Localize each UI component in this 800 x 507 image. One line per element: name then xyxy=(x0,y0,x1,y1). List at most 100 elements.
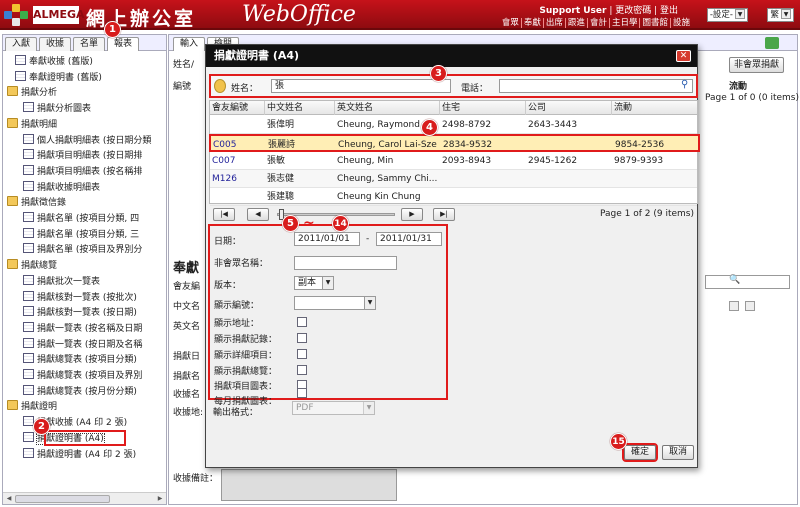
sidebar-scrollbar[interactable]: ◀ ▶ xyxy=(3,492,166,504)
table-row[interactable]: M126 張志健 Cheung, Sammy Chi... xyxy=(210,170,697,188)
search-icon[interactable]: 🔍 xyxy=(729,275,740,285)
tree-item[interactable]: 捐獻一覽表 (按名稱及日期 xyxy=(23,321,142,336)
tree-item[interactable]: 捐獻證明書 (A4 印 2 張) xyxy=(23,447,137,462)
tree-item[interactable]: 捐獻項目明細表 (按名稱排 xyxy=(23,164,143,179)
monthly-chart-checkbox[interactable] xyxy=(297,388,307,398)
prev-page-icon[interactable]: ◀ xyxy=(247,208,269,221)
col-cn-name[interactable]: 中文姓名 xyxy=(265,101,335,115)
show-records-checkbox[interactable] xyxy=(297,333,307,343)
tree-item[interactable]: 捐獻分析圖表 xyxy=(23,102,91,116)
tree-item[interactable]: 捐獻名單 (按項目及界別分 xyxy=(23,243,142,257)
tree-item[interactable]: 捐獻名單 (按項目分類, 四 xyxy=(23,212,139,226)
tree-folder[interactable]: 捐獻徵信錄 xyxy=(7,196,66,210)
bg-checkbox[interactable] xyxy=(729,301,739,311)
tree-item[interactable]: 捐獻總覽表 (按項目及界別 xyxy=(23,369,142,383)
nav-members[interactable]: 會眾 xyxy=(500,18,521,28)
callout-2: 2 xyxy=(33,418,50,435)
tree-item-label: 捐獻核對一覽表 (按批次) xyxy=(37,292,137,303)
tree-folder[interactable]: 捐獻明細 xyxy=(7,117,57,132)
tree-item[interactable]: 捐獻項目明細表 (按日期排 xyxy=(23,149,142,163)
document-icon xyxy=(23,227,34,238)
nav-facilities[interactable]: 設施 xyxy=(669,18,692,28)
add-icon[interactable] xyxy=(765,37,779,49)
scroll-left-icon[interactable]: ◀ xyxy=(4,494,14,504)
tree-item-label: 捐獻證明書 (A4 印 2 張) xyxy=(37,449,137,460)
nonmember-name-input[interactable] xyxy=(294,256,397,270)
name-search-input[interactable]: 張 xyxy=(271,79,451,93)
settings-select[interactable]: -設定- ▼ xyxy=(706,8,748,22)
display-code-label: 顯示編號： xyxy=(214,301,260,311)
tree-item-label: 捐獻項目明細表 (按名稱排 xyxy=(37,166,143,177)
user-links[interactable]: | 更改密碼 | 登出 xyxy=(609,6,678,16)
date-to-input[interactable]: 2011/01/31 xyxy=(376,232,442,246)
scrollbar-thumb[interactable] xyxy=(15,495,110,503)
tree-item-label: 捐獻核對一覽表 (按日期) xyxy=(37,308,137,319)
tree-item[interactable]: 捐獻一覽表 (按日期及名稱 xyxy=(23,337,142,352)
table-row[interactable]: 張建聰 Cheung Kin Chung xyxy=(210,188,697,206)
document-icon xyxy=(23,102,34,113)
receipt-remark-textarea[interactable] xyxy=(221,469,397,501)
tree-item[interactable]: 奉獻收據 (舊版) xyxy=(15,55,93,69)
last-page-icon[interactable]: ▶| xyxy=(433,208,455,221)
tree-item-label: 捐獻總覽表 (按項目及界別 xyxy=(37,371,143,381)
nav-accounting[interactable]: 會計 xyxy=(586,18,609,28)
tree-item[interactable]: 奉獻證明書 (舊版) xyxy=(15,70,102,85)
nav-attendance[interactable]: 出席 xyxy=(542,18,565,28)
table-row[interactable]: C007 張敏 Cheung, Min 2093-8943 2945-1262 9879-… xyxy=(210,152,697,170)
tree-item[interactable]: 捐獻收據明細表 xyxy=(23,180,100,195)
tree-folder[interactable]: 捐獻總覽 xyxy=(7,259,57,273)
show-address-checkbox[interactable] xyxy=(297,317,307,327)
nav-offering[interactable]: 奉獻 xyxy=(520,18,543,28)
nav-library[interactable]: 圖書館 xyxy=(639,18,670,28)
callout-3: 3 xyxy=(430,65,447,82)
cancel-button[interactable]: 取消 xyxy=(662,445,694,460)
show-summary-checkbox[interactable] xyxy=(297,365,307,375)
bg-checkbox[interactable] xyxy=(745,301,755,311)
tree-item[interactable]: 個人捐獻明細表 (按日期分類 xyxy=(23,133,151,148)
cell-cn-name: 張敏 xyxy=(267,156,286,166)
tree-folder[interactable]: 捐獻分析 xyxy=(7,86,57,100)
tab-reports[interactable]: 報表 xyxy=(107,37,140,51)
col-en-name[interactable]: 英文姓名 xyxy=(335,101,440,115)
show-details-checkbox[interactable] xyxy=(297,349,307,359)
col-home[interactable]: 住宅 xyxy=(440,101,526,115)
version-select[interactable]: 副本 ▼ xyxy=(294,276,334,290)
tree-folder[interactable]: 捐獻證明 xyxy=(7,400,57,414)
next-page-icon[interactable]: ▶ xyxy=(401,208,423,221)
language-select[interactable]: 繁 ▼ xyxy=(767,8,794,22)
close-icon[interactable]: ✕ xyxy=(676,50,691,62)
tab-input[interactable]: 輸入 xyxy=(173,37,206,51)
tab-receipts[interactable]: 收據 xyxy=(39,37,72,51)
table-row[interactable]: C005 張麗詩 Cheung, Carol Lai-Sze 2834-9532 985… xyxy=(209,134,700,152)
user-name[interactable]: Support User xyxy=(539,6,606,16)
search-icon[interactable]: ⚲ xyxy=(681,79,688,90)
app-logo-icon xyxy=(4,4,28,26)
col-office[interactable]: 公司 xyxy=(526,101,612,115)
tree-item[interactable]: 捐獻總覽表 (按月份分類) xyxy=(23,384,137,399)
tree-item-label: 捐獻分析 xyxy=(21,88,58,99)
nav-sunday-school[interactable]: 主日學 xyxy=(608,18,640,28)
date-from-input[interactable]: 2011/01/01 xyxy=(294,232,360,246)
cell-home-phone xyxy=(440,188,526,206)
non-member-offering-button[interactable]: 非會眾捐獻 xyxy=(729,57,785,73)
display-code-select[interactable]: ▼ xyxy=(294,296,376,310)
phone-search-input[interactable] xyxy=(499,79,693,93)
tree-item[interactable]: 捐獻核對一覽表 (按批次) xyxy=(23,290,137,305)
pager-info: Page 1 of 2 (9 items) xyxy=(600,209,694,219)
nav-followup[interactable]: 跟進 xyxy=(564,18,587,28)
cell-cn-name: 張偉明 xyxy=(267,120,295,130)
tab-offering-entry[interactable]: 入獻 xyxy=(5,37,38,51)
scroll-right-icon[interactable]: ▶ xyxy=(155,494,165,504)
table-row[interactable]: 張偉明 Cheung, Raymond ... 2498-8792 2643-3443 xyxy=(210,116,697,134)
cell-member-code: M126 xyxy=(212,174,237,184)
bg-search-field[interactable] xyxy=(705,275,790,289)
confirm-button[interactable]: 確定 xyxy=(622,443,658,462)
col-member-code[interactable]: 會友編號 xyxy=(210,101,265,115)
tree-item[interactable]: 捐獻批次一覽表 xyxy=(23,274,100,289)
tree-item[interactable]: 捐獻核對一覽表 (按日期) xyxy=(23,306,137,320)
tree-item[interactable]: 捐獻名單 (按項目分類, 三 xyxy=(23,227,139,242)
col-mobile[interactable]: 流動 xyxy=(612,101,697,115)
tab-lists[interactable]: 名單 xyxy=(73,37,106,51)
tree-item[interactable]: 捐獻總覽表 (按項目分類) xyxy=(23,353,137,367)
first-page-icon[interactable]: |◀ xyxy=(213,208,235,221)
